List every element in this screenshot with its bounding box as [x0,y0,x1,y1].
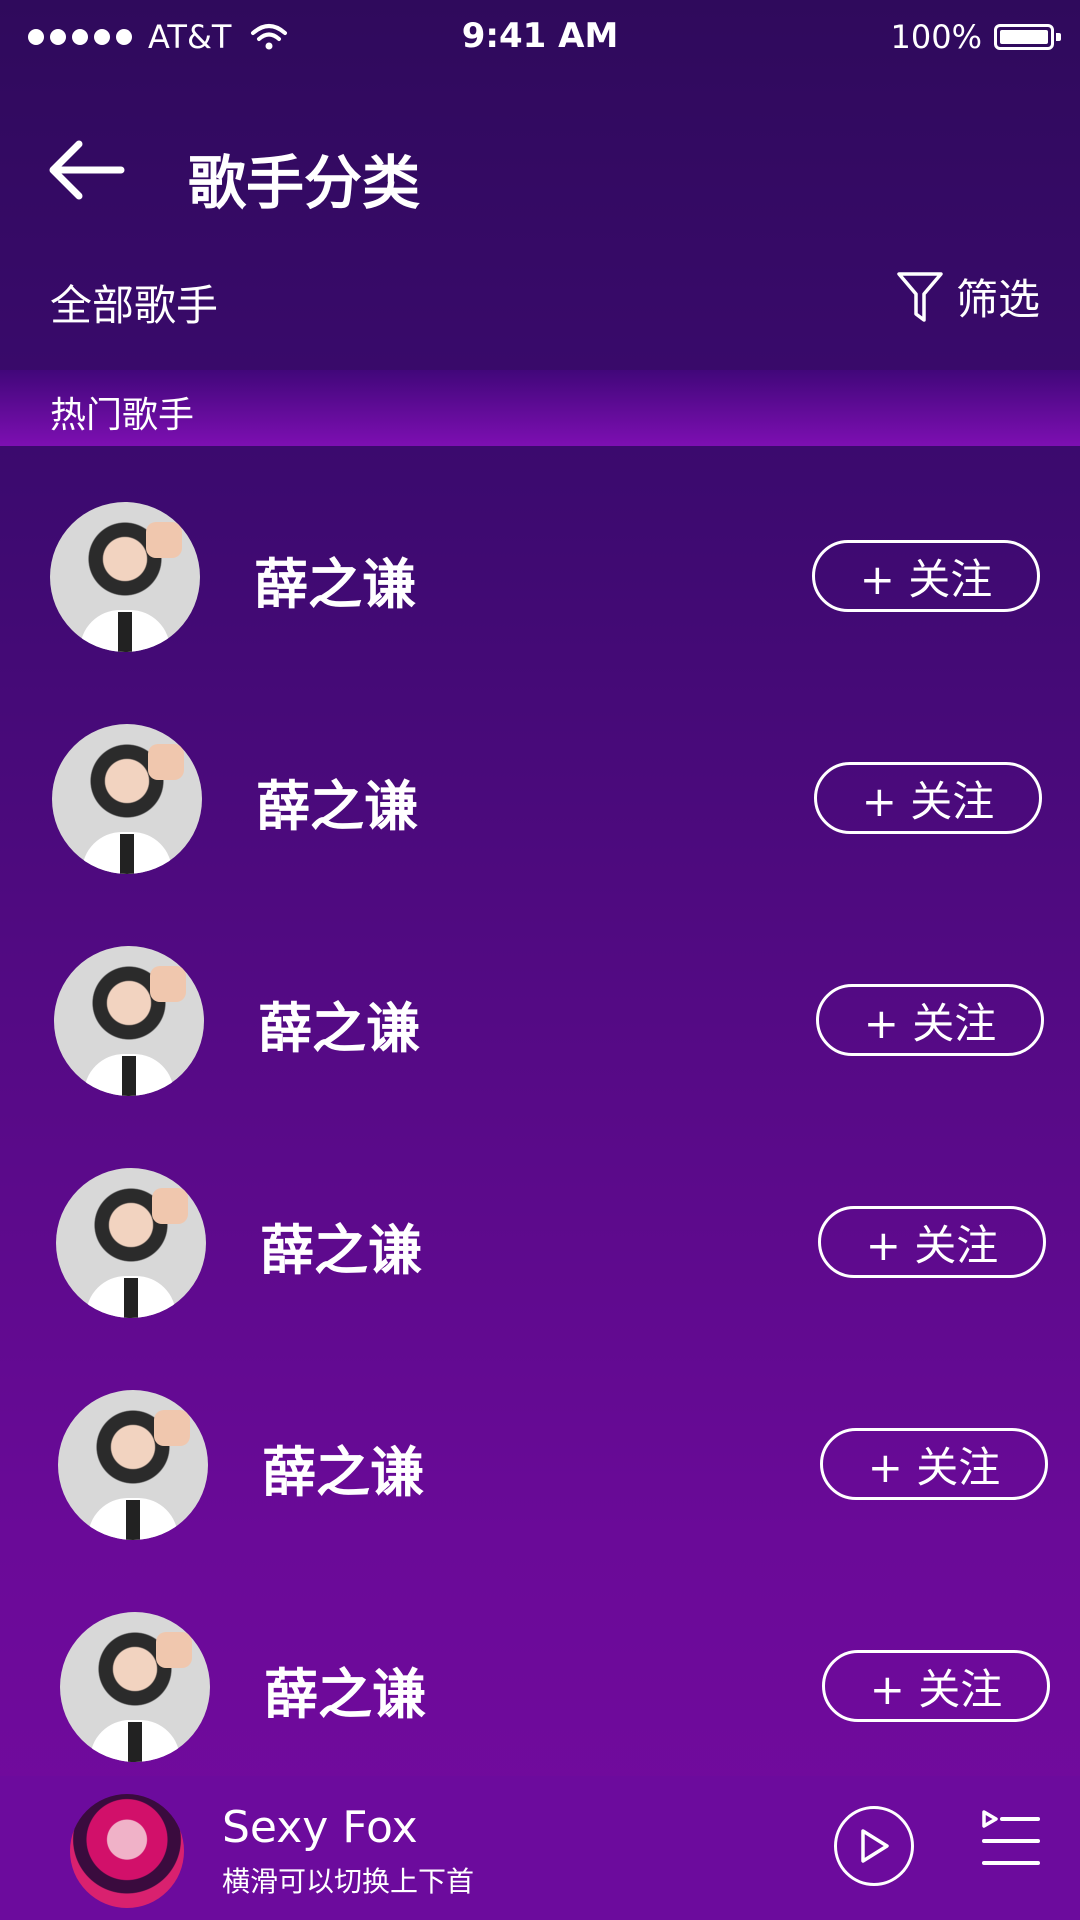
singer-row[interactable]: 薛之谦 + 关注 [0,1146,1080,1336]
hot-singers-label: 热门歌手 [50,395,195,436]
status-right: 100% [890,18,1061,56]
singer-avatar [54,946,204,1096]
page-title: 歌手分类 [188,149,421,217]
play-button[interactable] [834,1806,914,1886]
filter-label: 筛选 [955,275,1040,324]
follow-button[interactable]: + 关注 [818,1206,1046,1278]
singer-avatar [50,502,200,652]
singer-row[interactable]: 薛之谦 + 关注 [0,1590,1080,1780]
singer-name: 薛之谦 [264,1663,426,1726]
subheader: 全部歌手 筛选 [0,258,1080,338]
hot-singers-header: 热门歌手 [0,370,1080,446]
singer-avatar [60,1612,210,1762]
header: 歌手分类 [0,100,1080,240]
singer-name: 薛之谦 [258,997,420,1060]
follow-button[interactable]: + 关注 [822,1650,1050,1722]
arrow-left-icon [49,140,125,200]
all-singers-tab[interactable]: 全部歌手 [50,272,218,333]
back-button[interactable] [44,130,128,210]
filter-icon [897,271,943,322]
singer-row[interactable]: 薛之谦 + 关注 [0,480,1080,670]
battery-fill [1000,30,1048,44]
singer-name: 薛之谦 [254,553,416,616]
singer-row[interactable]: 薛之谦 + 关注 [0,702,1080,892]
singer-avatar [58,1390,208,1540]
singer-avatar [56,1168,206,1318]
singer-row[interactable]: 薛之谦 + 关注 [0,924,1080,1114]
mini-player[interactable]: Sexy Fox 横滑可以切换上下首 [0,1776,1080,1920]
singer-name: 薛之谦 [262,1441,424,1504]
singer-avatar [52,724,202,874]
play-icon [861,1829,889,1863]
status-bar: AT&T 9:41 AM 100% [0,0,1080,80]
album-art[interactable] [70,1794,184,1908]
follow-button[interactable]: + 关注 [820,1428,1048,1500]
follow-button[interactable]: + 关注 [814,762,1042,834]
follow-button[interactable]: + 关注 [816,984,1044,1056]
swipe-hint: 横滑可以切换上下首 [222,1865,475,1898]
playlist-icon[interactable] [980,1808,1042,1874]
song-title: Sexy Fox [222,1802,418,1853]
singer-name: 薛之谦 [260,1219,422,1282]
singer-name: 薛之谦 [256,775,418,838]
follow-button[interactable]: + 关注 [812,540,1040,612]
battery-percentage: 100% [890,18,982,56]
battery-icon [994,24,1061,50]
singer-row[interactable]: 薛之谦 + 关注 [0,1368,1080,1558]
filter-button[interactable]: 筛选 [896,266,1040,327]
